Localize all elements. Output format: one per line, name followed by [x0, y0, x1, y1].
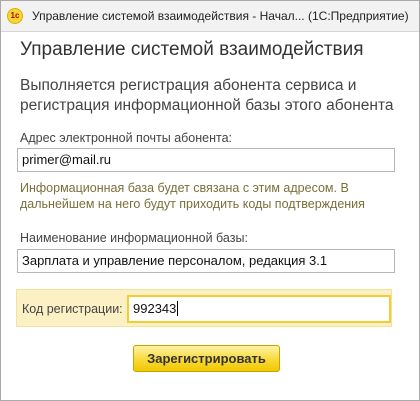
- register-button[interactable]: Зарегистрировать: [133, 345, 280, 372]
- email-label: Адрес электронной почты абонента:: [20, 131, 233, 145]
- registration-code-input[interactable]: 992343: [127, 295, 391, 323]
- text-caret: [177, 301, 179, 316]
- email-field[interactable]: primer@mail.ru: [17, 148, 395, 172]
- title-bar[interactable]: 1c Управление системой взаимодействия - …: [1, 1, 419, 32]
- dialog-window: 1c Управление системой взаимодействия - …: [0, 0, 420, 401]
- registration-code-label: Код регистрации:: [22, 302, 123, 316]
- lead-text: Выполняется регистрация абонента сервиса…: [20, 77, 394, 114]
- window-title: Управление системой взаимодействия - Нач…: [32, 9, 409, 23]
- registration-code-value: 992343: [133, 301, 177, 316]
- infobase-name-label: Наименование информационной базы:: [20, 231, 248, 245]
- email-hint-text: Информационная база будет связана с этим…: [20, 181, 365, 211]
- page-title: Управление системой взаимодействия: [20, 39, 364, 60]
- infobase-name-field[interactable]: Зарплата и управление персоналом, редакц…: [17, 249, 395, 273]
- 1c-app-icon: 1c: [7, 8, 23, 24]
